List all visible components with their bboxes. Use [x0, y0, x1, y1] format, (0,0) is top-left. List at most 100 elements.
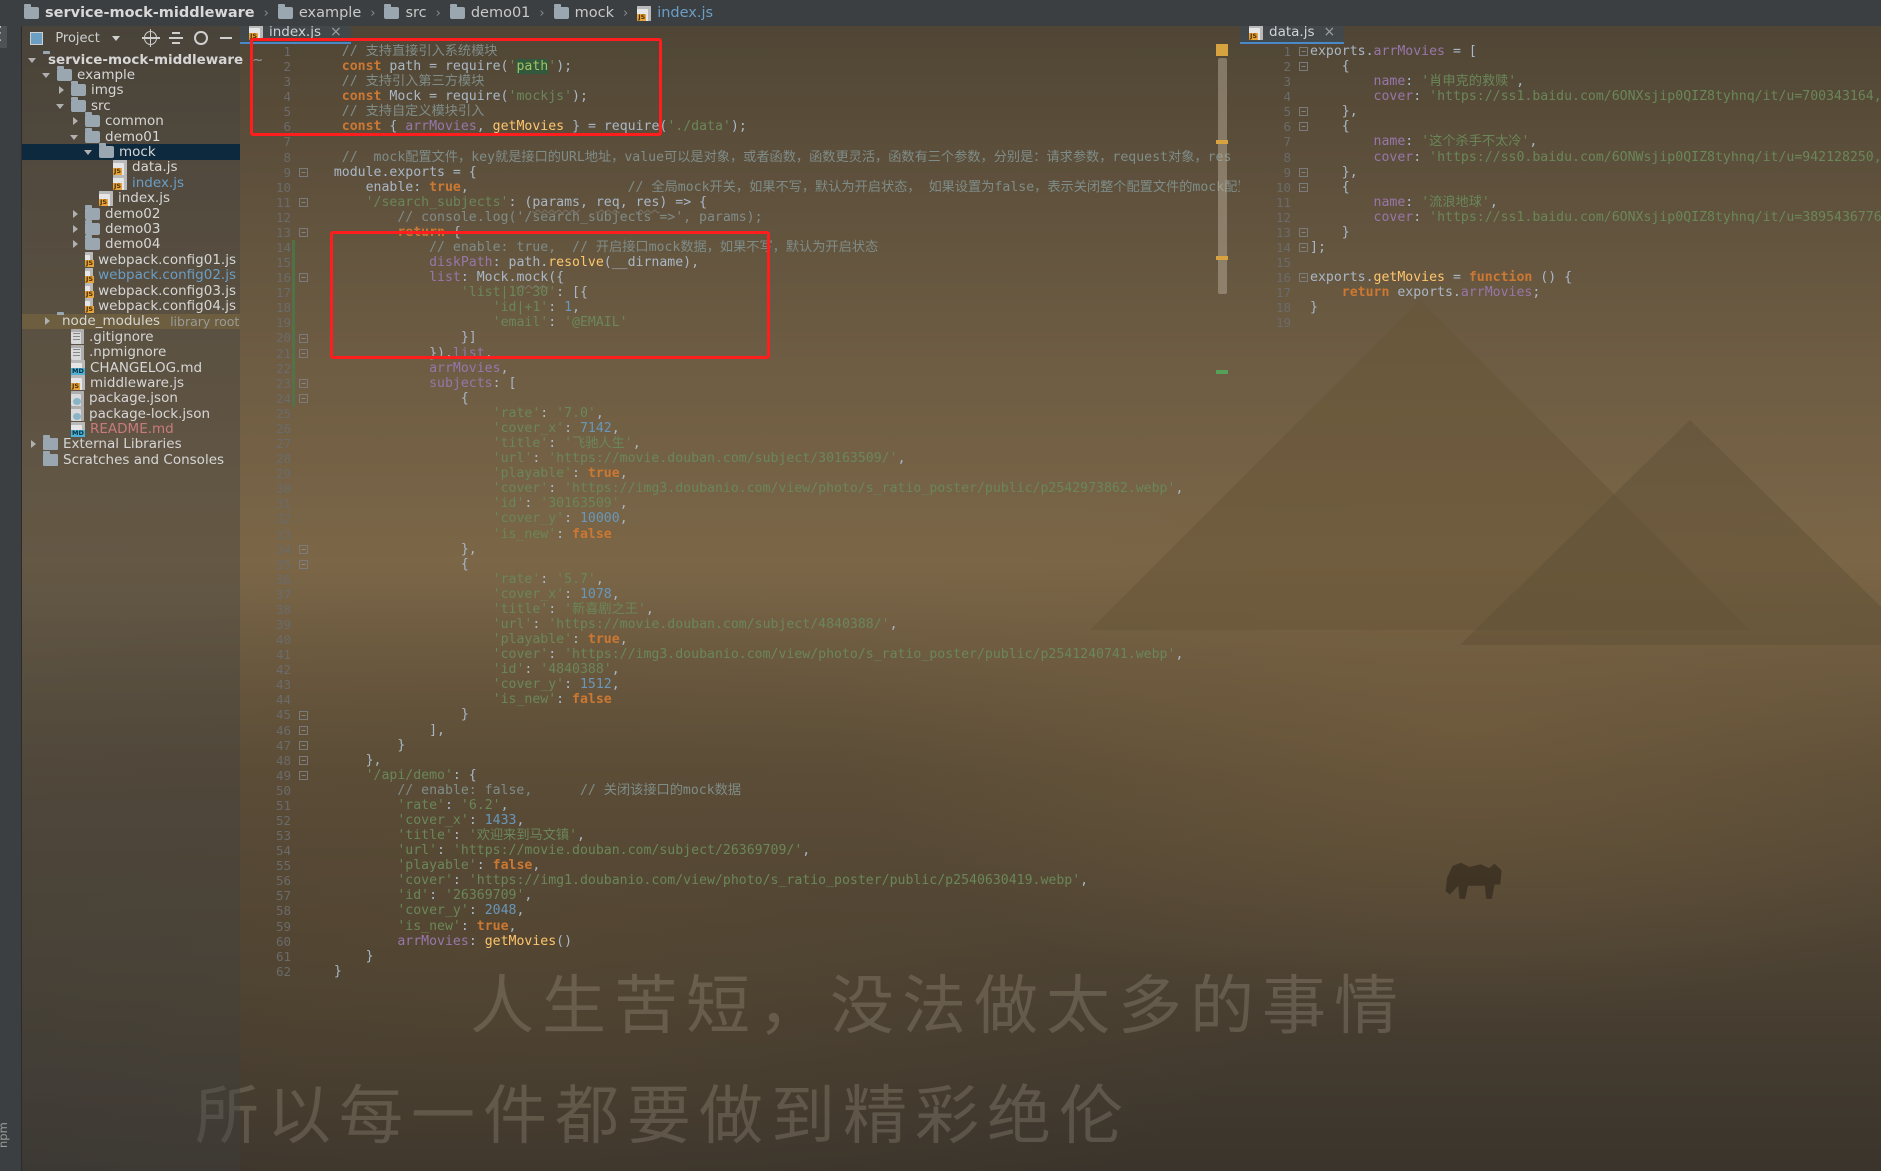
- code-line[interactable]: 'is_new': true,: [310, 919, 1240, 934]
- chevron-down-icon[interactable]: [28, 55, 38, 65]
- chevron-right-icon[interactable]: [42, 316, 52, 326]
- settings-gear-icon[interactable]: [194, 31, 208, 45]
- tree-item-src[interactable]: src: [22, 96, 240, 114]
- fold-toggle-icon[interactable]: −: [1299, 47, 1308, 56]
- chevron-down-icon[interactable]: [56, 101, 66, 111]
- code-line[interactable]: 'id|+1': 1,: [310, 300, 1240, 315]
- code-line[interactable]: 'list|10-30': [{: [310, 285, 1240, 300]
- code-line[interactable]: {: [310, 557, 1240, 572]
- tree-item-webpack-config04-js[interactable]: webpack.config04.js: [22, 298, 240, 314]
- close-icon[interactable]: ×: [1323, 25, 1335, 39]
- code-line[interactable]: }).list,: [310, 346, 1240, 361]
- fold-toggle-icon[interactable]: −: [299, 197, 308, 207]
- chevron-right-icon[interactable]: [56, 85, 66, 95]
- breadcrumb-item-src[interactable]: src: [382, 4, 428, 21]
- code-line[interactable]: 'cover_y': 10000,: [310, 511, 1240, 526]
- code-line[interactable]: 'email': '@EMAIL': [310, 315, 1240, 330]
- code-line[interactable]: cover: 'https://ss1.baidu.com/6ONXsjip0Q…: [1310, 210, 1881, 225]
- code-line[interactable]: 'cover_x': 1433,: [310, 813, 1240, 828]
- code-line[interactable]: }: [310, 707, 1240, 722]
- code-line[interactable]: // mock配置文件，key就是接口的URL地址，value可以是对象，或者函…: [310, 150, 1240, 165]
- breadcrumb-item-index-js[interactable]: index.js: [635, 5, 715, 21]
- code-line[interactable]: module.exports = {: [310, 165, 1240, 180]
- close-icon[interactable]: ×: [330, 25, 342, 39]
- fold-toggle-icon[interactable]: −: [299, 725, 308, 735]
- code-line[interactable]: 'cover_y': 1512,: [310, 677, 1240, 692]
- tree-item-demo01[interactable]: demo01: [22, 127, 240, 145]
- code-line[interactable]: 'cover': 'https://img3.doubanio.com/view…: [310, 647, 1240, 662]
- code-line[interactable]: diskPath: path.resolve(__dirname),: [310, 255, 1240, 270]
- fold-toggle-icon[interactable]: −: [299, 378, 308, 388]
- code-line[interactable]: {: [1310, 180, 1881, 195]
- code-line[interactable]: 'cover_x': 7142,: [310, 421, 1240, 436]
- code-line[interactable]: name: '流浪地球',: [1310, 195, 1881, 210]
- code-line[interactable]: 'url': 'https://movie.douban.com/subject…: [310, 843, 1240, 858]
- code-line[interactable]: {: [1310, 119, 1881, 134]
- breadcrumb[interactable]: service-mock-middleware › example › src › demo…: [0, 0, 1881, 26]
- code-line[interactable]: subjects: [: [310, 376, 1240, 391]
- code-line[interactable]: const path = require('path');: [310, 59, 1240, 75]
- fold-toggle-icon[interactable]: −: [299, 544, 308, 554]
- code-line[interactable]: 'is_new': false: [310, 527, 1240, 542]
- editor-marker-strip-left[interactable]: [1006, 44, 1016, 1171]
- code-line[interactable]: ];: [1310, 240, 1881, 255]
- code-line[interactable]: exports.getMovies = function () {: [1310, 270, 1881, 285]
- tree-item-demo02[interactable]: demo02: [22, 204, 240, 222]
- tree-item-package-json[interactable]: package.json: [22, 390, 240, 406]
- code-line[interactable]: 'cover_y': 2048,: [310, 903, 1240, 918]
- code-line[interactable]: '/api/demo': {: [310, 768, 1240, 783]
- collapse-all-icon[interactable]: [169, 31, 184, 45]
- tree-item-imgs[interactable]: imgs: [22, 81, 240, 98]
- code-line[interactable]: 'playable': true,: [310, 632, 1240, 647]
- code-line[interactable]: name: '这个杀手不太冷',: [1310, 134, 1881, 149]
- tree-item-External-Libraries[interactable]: External Libraries: [22, 435, 240, 452]
- code-line[interactable]: },: [310, 753, 1240, 768]
- tree-item--gitignore[interactable]: .gitignore: [22, 329, 240, 345]
- dropdown-caret-icon[interactable]: [111, 35, 120, 41]
- code-line[interactable]: 'id': '30163509',: [310, 496, 1240, 511]
- code-line[interactable]: arrMovies: getMovies(): [310, 934, 1240, 949]
- code-line[interactable]: 'id': '26369709',: [310, 888, 1240, 903]
- vcs-change-bar[interactable]: [292, 240, 295, 361]
- code-line[interactable]: exports.arrMovies = [: [1310, 44, 1881, 59]
- fold-toggle-icon[interactable]: −: [1299, 122, 1308, 132]
- locate-icon[interactable]: [141, 29, 161, 47]
- tree-item-README-md[interactable]: README.md: [22, 421, 240, 437]
- code-content-index-js[interactable]: // 支持直接引入系统模块 const path = require('path…: [310, 44, 1240, 979]
- fold-toggle-icon[interactable]: −: [299, 348, 308, 358]
- tree-item-webpack-config02-js[interactable]: webpack.config02.js: [22, 267, 240, 283]
- chevron-right-icon[interactable]: [70, 239, 80, 249]
- fold-toggle-icon[interactable]: −: [299, 559, 308, 569]
- tree-item-webpack-config03-js[interactable]: webpack.config03.js: [22, 283, 240, 299]
- code-line[interactable]: const Mock = require('mockjs');: [310, 89, 1240, 104]
- fold-toggle-icon[interactable]: −: [1299, 243, 1308, 253]
- fold-toggle-icon[interactable]: −: [299, 227, 308, 237]
- chevron-right-icon[interactable]: [28, 439, 38, 449]
- code-line[interactable]: }: [1310, 300, 1881, 315]
- code-line[interactable]: enable: true, // 全局mock开关，如果不写，默认为开启状态， …: [310, 180, 1240, 195]
- code-content-data-js[interactable]: exports.arrMovies = [ { name: '肖申克的救赎', …: [1310, 44, 1881, 330]
- tree-item-package-lock-json[interactable]: package-lock.json: [22, 406, 240, 422]
- fold-toggle-icon[interactable]: −: [1299, 182, 1308, 192]
- editor-data-js[interactable]: 1 2 3 4 5 6 7 8 9 10 11 12 13 14 15 16 17 18 19 − − − − − − − − − …: [1240, 44, 1881, 1171]
- fold-toggle-icon[interactable]: −: [299, 393, 308, 403]
- code-line[interactable]: 'cover': 'https://img1.doubanio.com/view…: [310, 873, 1240, 888]
- project-panel-title[interactable]: Project: [55, 31, 99, 46]
- chevron-down-icon[interactable]: [84, 147, 94, 157]
- tree-item--npmignore[interactable]: .npmignore: [22, 344, 240, 360]
- code-line[interactable]: }: [310, 949, 1240, 964]
- fold-toggle-icon[interactable]: −: [299, 167, 308, 177]
- fold-toggle-icon[interactable]: −: [299, 333, 308, 343]
- code-line[interactable]: 'rate': '7.0',: [310, 406, 1240, 421]
- fold-toggle-icon[interactable]: −: [1299, 62, 1308, 72]
- tree-item-middleware-js[interactable]: middleware.js: [22, 375, 240, 391]
- tree-item-mock[interactable]: mock: [22, 143, 240, 160]
- code-line[interactable]: return exports.arrMovies;: [1310, 285, 1881, 300]
- fold-toggle-icon[interactable]: −: [1299, 167, 1308, 177]
- fold-toggle-icon[interactable]: −: [299, 755, 308, 765]
- tree-item-demo04[interactable]: demo04: [22, 235, 240, 252]
- project-tree[interactable]: service-mock-middleware ~ example imgs src co…: [22, 50, 263, 468]
- code-line[interactable]: cover: 'https://ss0.baidu.com/6ONWsjip0Q…: [1310, 150, 1881, 165]
- code-line[interactable]: {: [310, 391, 1240, 406]
- code-line[interactable]: const { arrMovies, getMovies } = require…: [310, 119, 1240, 134]
